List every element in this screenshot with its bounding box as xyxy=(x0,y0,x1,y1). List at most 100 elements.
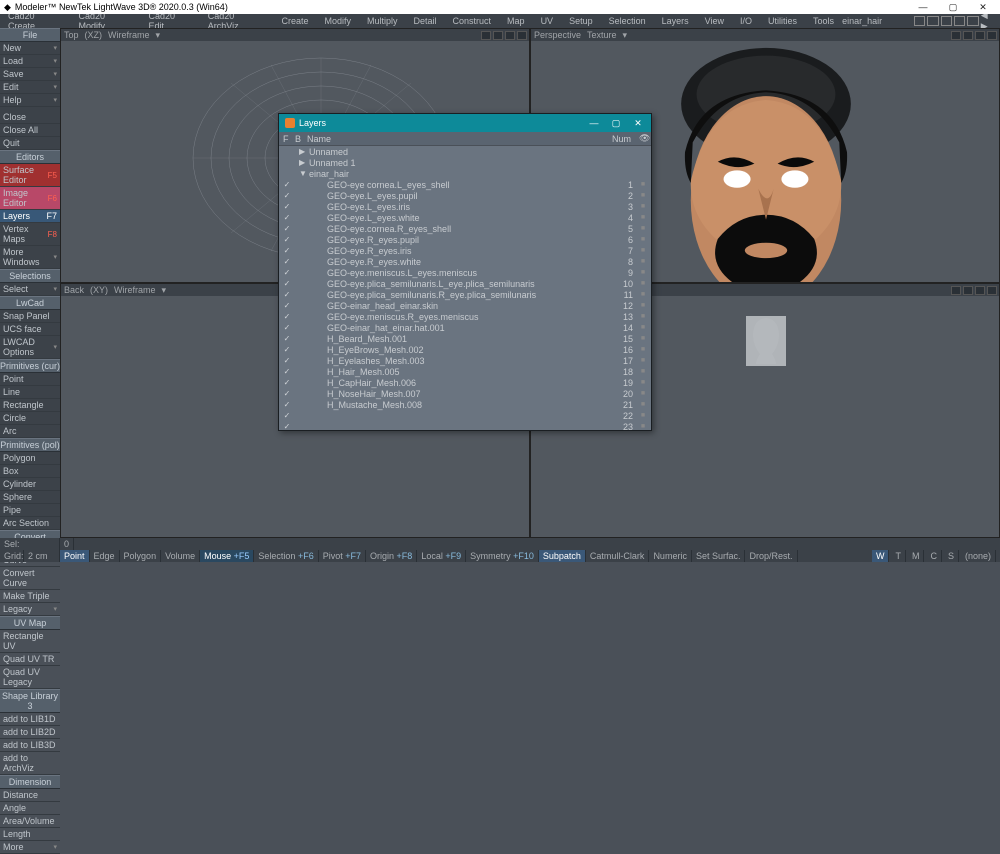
vp-icon[interactable] xyxy=(963,286,973,295)
mode-subpatch[interactable]: Subpatch xyxy=(539,550,586,562)
col-num[interactable]: Num xyxy=(605,134,635,144)
sidebar-arc-section[interactable]: Arc Section xyxy=(0,517,60,530)
menu-item[interactable]: Detail xyxy=(406,16,445,26)
menu-item[interactable]: Tools xyxy=(805,16,842,26)
vis-dot[interactable]: ■ xyxy=(635,346,651,353)
vis-dot[interactable]: ■ xyxy=(635,192,651,199)
sidebar-more-dim[interactable]: More▾ xyxy=(0,841,60,854)
vmap-w[interactable]: W xyxy=(872,550,890,562)
expand-icon[interactable]: ▶ xyxy=(299,147,307,156)
menu-item[interactable]: Utilities xyxy=(760,16,805,26)
menu-item[interactable]: Setup xyxy=(561,16,601,26)
sidebar-vertex-maps[interactable]: Vertex MapsF8 xyxy=(0,223,60,246)
sidebar-convert-curve[interactable]: Convert Curve xyxy=(0,567,60,590)
vis-dot[interactable]: ■ xyxy=(635,335,651,342)
grid-value[interactable]: 2 cm xyxy=(24,550,60,562)
vis-dot[interactable]: ■ xyxy=(635,324,651,331)
sidebar-circle[interactable]: Circle xyxy=(0,412,60,425)
vis-dot[interactable]: ■ xyxy=(635,225,651,232)
view-select[interactable]: Perspective xyxy=(534,30,581,40)
vp-icon[interactable] xyxy=(987,31,997,40)
layer-row[interactable]: ✓GEO-eye.meniscus.R_eyes.meniscus13■ xyxy=(279,311,651,322)
layer-toggle[interactable] xyxy=(914,16,925,26)
sidebar-image-editor[interactable]: Image EditorF6 xyxy=(0,187,60,210)
sidebar-select[interactable]: Select▾ xyxy=(0,283,60,296)
fg-check[interactable]: ✓ xyxy=(283,279,291,288)
vp-icon[interactable] xyxy=(517,31,527,40)
layers-titlebar[interactable]: Layers — ▢ ✕ xyxy=(279,114,651,132)
sidebar-snap-panel[interactable]: Snap Panel xyxy=(0,310,60,323)
layer-row[interactable]: ✓GEO-eye cornea.L_eyes_shell1■ xyxy=(279,179,651,190)
menu-item[interactable]: Layers xyxy=(654,16,697,26)
layers-panel[interactable]: Layers — ▢ ✕ F B Name Num 👁 ▶Unnamed▶Unn… xyxy=(278,113,652,431)
fg-check[interactable]: ✓ xyxy=(283,378,291,387)
layer-row[interactable]: ✓GEO-eye.plica_semilunaris.L_eye.plica_s… xyxy=(279,278,651,289)
layer-row[interactable]: ✓GEO-eye.plica_semilunaris.R_eye.plica_s… xyxy=(279,289,651,300)
vis-dot[interactable]: ■ xyxy=(635,291,651,298)
view-select[interactable]: Top xyxy=(64,30,79,40)
layer-row[interactable]: ✓GEO-eye.L_eyes.white4■ xyxy=(279,212,651,223)
sidebar-point[interactable]: Point xyxy=(0,373,60,386)
vp-icon[interactable] xyxy=(975,286,985,295)
mode-catmull[interactable]: Catmull-Clark xyxy=(586,550,650,562)
vis-dot[interactable]: ■ xyxy=(635,368,651,375)
layer-group[interactable]: ▼einar_hair xyxy=(279,168,651,179)
mode-selection[interactable]: Selection +F6 xyxy=(254,550,318,562)
shading-select[interactable]: Wireframe xyxy=(108,30,150,40)
layer-row[interactable]: ✓H_CapHair_Mesh.00619■ xyxy=(279,377,651,388)
sidebar-sphere[interactable]: Sphere xyxy=(0,491,60,504)
layer-toggle[interactable] xyxy=(941,16,952,26)
menu-item[interactable]: Selection xyxy=(601,16,654,26)
fg-check[interactable]: ✓ xyxy=(283,213,291,222)
sidebar-add-lib2d[interactable]: add to LIB2D xyxy=(0,726,60,739)
sidebar-more-windows[interactable]: More Windows▾ xyxy=(0,246,60,269)
sidebar-arc[interactable]: Arc xyxy=(0,425,60,438)
vis-dot[interactable]: ■ xyxy=(635,214,651,221)
sidebar-angle[interactable]: Angle xyxy=(0,802,60,815)
fg-check[interactable]: ✓ xyxy=(283,389,291,398)
mode-origin[interactable]: Origin +F8 xyxy=(366,550,417,562)
layer-row[interactable]: ✓GEO-einar_hat_einar.hat.00114■ xyxy=(279,322,651,333)
fg-check[interactable]: ✓ xyxy=(283,235,291,244)
layer-row[interactable]: ✓GEO-eye.L_eyes.iris3■ xyxy=(279,201,651,212)
layer-toggle[interactable] xyxy=(954,16,965,26)
fg-check[interactable]: ✓ xyxy=(283,356,291,365)
sidebar-quit[interactable]: Quit xyxy=(0,137,60,150)
fg-check[interactable]: ✓ xyxy=(283,290,291,299)
minimize-button[interactable]: — xyxy=(583,118,605,129)
menu-item[interactable]: Map xyxy=(499,16,533,26)
fg-check[interactable]: ✓ xyxy=(283,323,291,332)
mode-edge[interactable]: Edge xyxy=(90,550,120,562)
mode-local[interactable]: Local +F9 xyxy=(417,550,466,562)
vmap-c[interactable]: C xyxy=(926,550,942,562)
maximize-button[interactable]: ▢ xyxy=(605,118,627,129)
layer-row[interactable]: ✓H_Eyelashes_Mesh.00317■ xyxy=(279,355,651,366)
vp-icon[interactable] xyxy=(493,31,503,40)
col-f[interactable]: F xyxy=(279,134,291,144)
layer-row[interactable]: ✓GEO-eye.R_eyes.white8■ xyxy=(279,256,651,267)
mode-polygon[interactable]: Polygon xyxy=(120,550,162,562)
fg-check[interactable]: ✓ xyxy=(283,180,291,189)
fg-check[interactable]: ✓ xyxy=(283,345,291,354)
close-button[interactable]: ✕ xyxy=(627,118,649,129)
menu-item[interactable]: Create xyxy=(273,16,316,26)
layer-row[interactable]: ✓H_NoseHair_Mesh.00720■ xyxy=(279,388,651,399)
layer-row[interactable]: ✓H_Beard_Mesh.00115■ xyxy=(279,333,651,344)
sidebar-edit[interactable]: Edit▾ xyxy=(0,81,60,94)
vis-dot[interactable]: ■ xyxy=(635,357,651,364)
vmap-s[interactable]: S xyxy=(944,550,959,562)
fg-check[interactable]: ✓ xyxy=(283,301,291,310)
sidebar-surface-editor[interactable]: Surface EditorF5 xyxy=(0,164,60,187)
vmap-m[interactable]: M xyxy=(908,550,925,562)
layer-toggle[interactable] xyxy=(967,16,978,26)
layer-row[interactable]: ✓H_EyeBrows_Mesh.00216■ xyxy=(279,344,651,355)
sidebar-add-lib3d[interactable]: add to LIB3D xyxy=(0,739,60,752)
mode-volume[interactable]: Volume xyxy=(161,550,200,562)
vp-icon[interactable] xyxy=(481,31,491,40)
layer-row[interactable]: ✓GEO-eye.cornea.R_eyes_shell5■ xyxy=(279,223,651,234)
vis-dot[interactable]: ■ xyxy=(635,247,651,254)
layer-group[interactable]: ▶Unnamed xyxy=(279,146,651,157)
sidebar-quad-uv-tr[interactable]: Quad UV TR xyxy=(0,653,60,666)
col-eye-icon[interactable]: 👁 xyxy=(635,133,651,144)
layer-row[interactable]: ✓GEO-eye.R_eyes.pupil6■ xyxy=(279,234,651,245)
